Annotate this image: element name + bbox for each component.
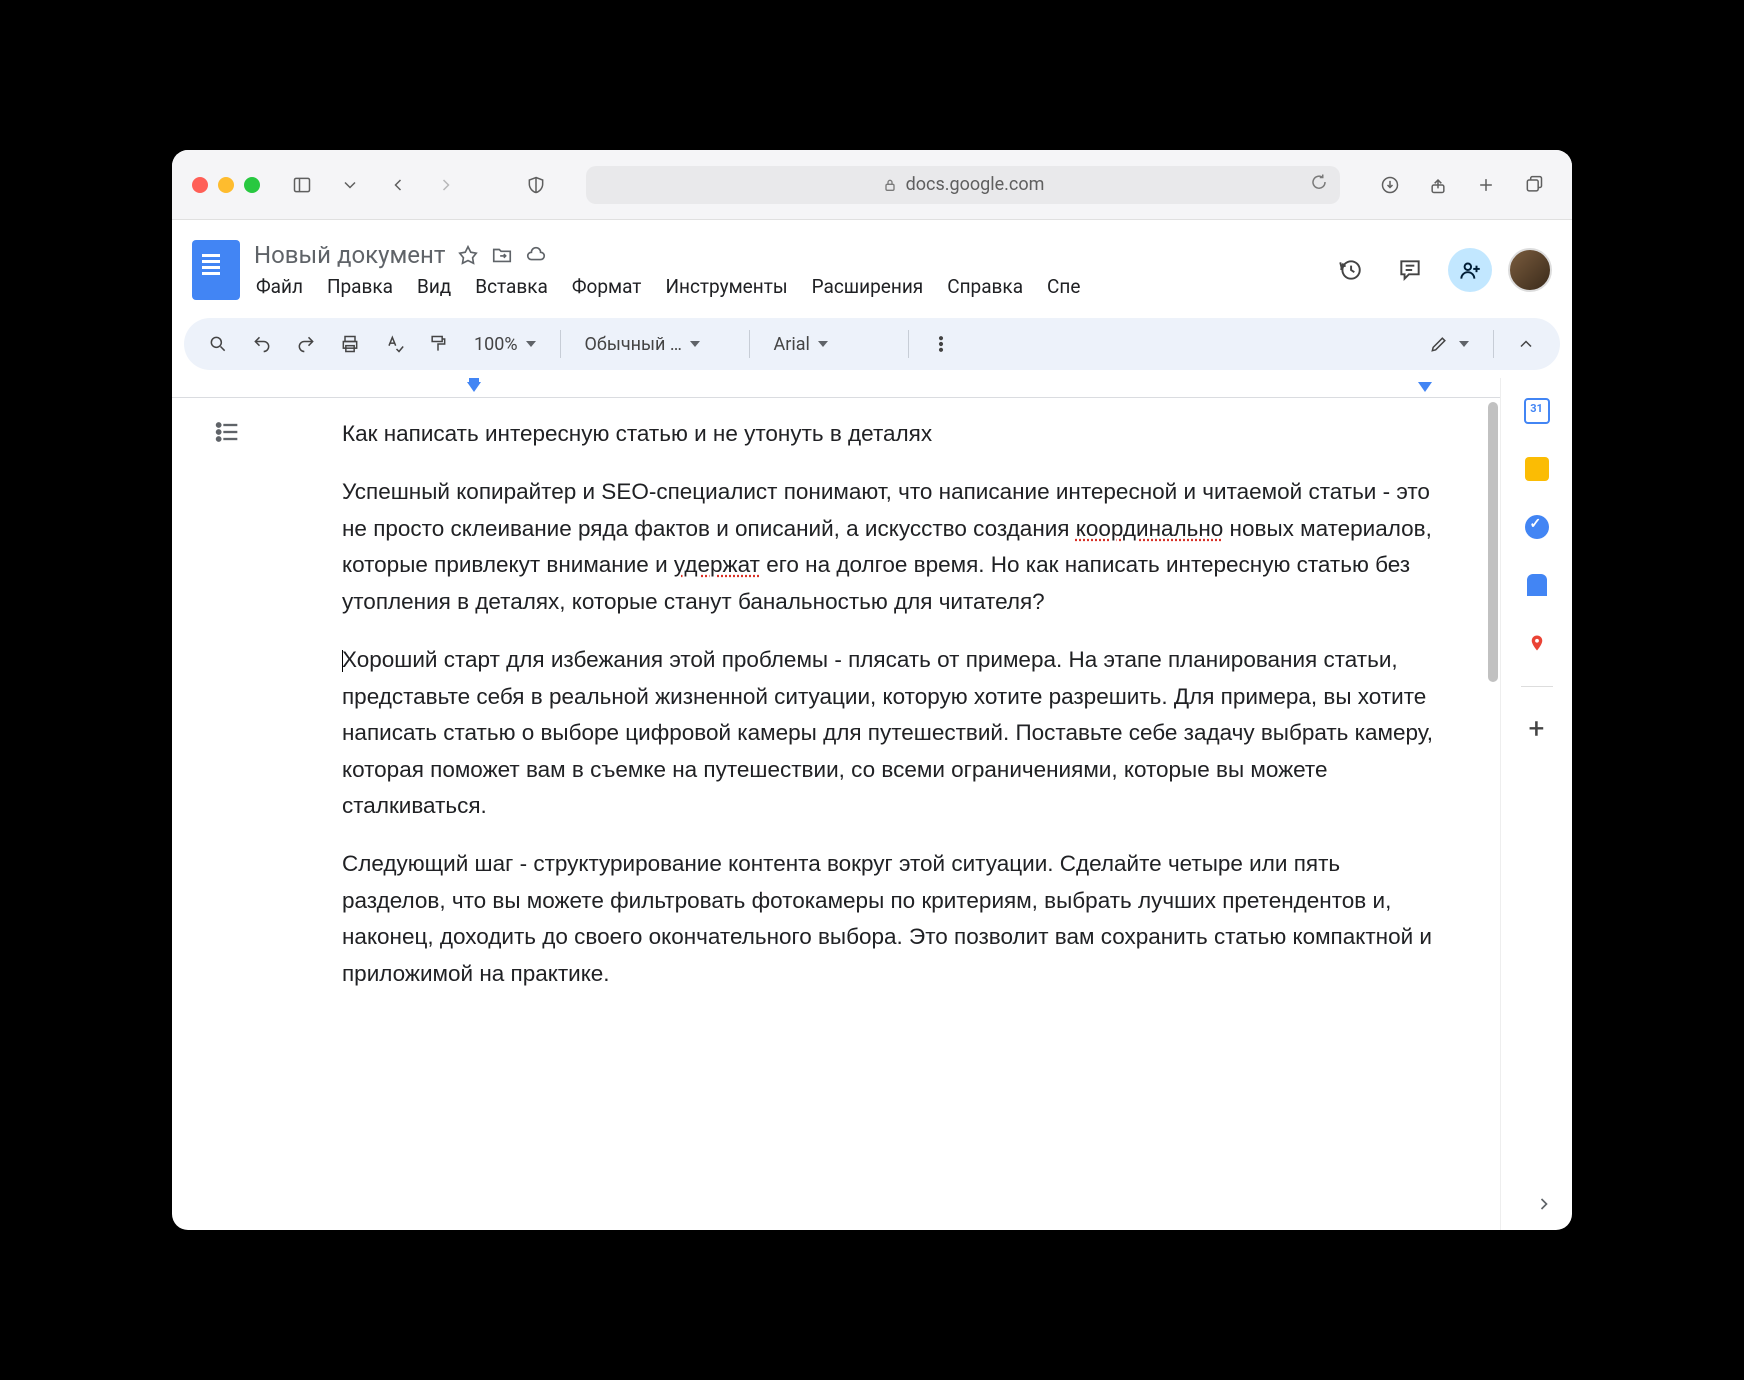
formatting-toolbar: 100% Обычный … Arial: [184, 318, 1560, 370]
zoom-value: 100%: [474, 334, 518, 355]
docs-header: Новый документ Файл Правка Вид Вставка Ф…: [172, 220, 1572, 310]
comments-button[interactable]: [1388, 248, 1432, 292]
caret-down-icon: [818, 341, 828, 347]
side-panel-separator: [1521, 686, 1553, 687]
menu-tools[interactable]: Инструменты: [663, 273, 789, 300]
caret-down-icon: [1459, 341, 1469, 347]
privacy-shield-icon[interactable]: [518, 167, 554, 203]
menu-truncated[interactable]: Спе: [1045, 273, 1082, 300]
horizontal-ruler[interactable]: [172, 378, 1500, 398]
contacts-app-icon[interactable]: [1522, 570, 1552, 600]
address-bar-url: docs.google.com: [906, 174, 1045, 195]
menu-format[interactable]: Формат: [570, 273, 644, 300]
back-button[interactable]: [380, 167, 416, 203]
text-span: Хороший старт для избежания этой проблем…: [342, 647, 1433, 818]
star-icon[interactable]: [457, 244, 479, 266]
calendar-app-icon[interactable]: [1522, 396, 1552, 426]
new-tab-button[interactable]: [1468, 167, 1504, 203]
scrollbar-thumb[interactable]: [1488, 402, 1498, 682]
doc-paragraph-1[interactable]: Успешный копирайтер и SEO-специалист пон…: [342, 474, 1440, 620]
doc-meta: Новый документ Файл Правка Вид Вставка Ф…: [254, 241, 1314, 300]
menu-file[interactable]: Файл: [254, 273, 305, 300]
right-indent-marker[interactable]: [1418, 382, 1432, 392]
document-title[interactable]: Новый документ: [254, 241, 445, 269]
zoom-dropdown[interactable]: 100%: [464, 326, 546, 362]
spell-check-button[interactable]: [376, 326, 412, 362]
cloud-status-icon[interactable]: [525, 244, 547, 266]
font-dropdown[interactable]: Arial: [764, 326, 894, 362]
reload-button[interactable]: [1310, 173, 1328, 196]
tasks-app-icon[interactable]: [1522, 512, 1552, 542]
toolbar-separator: [749, 330, 750, 358]
editing-mode-dropdown[interactable]: [1429, 334, 1469, 354]
vertical-scrollbar[interactable]: [1486, 398, 1500, 1230]
get-addons-button[interactable]: +: [1523, 715, 1551, 743]
menu-extensions[interactable]: Расширения: [810, 273, 926, 300]
document-outline-button[interactable]: [214, 418, 250, 454]
sidebar-toggle-button[interactable]: [284, 167, 320, 203]
left-indent-marker[interactable]: [467, 382, 481, 392]
search-tool-icon[interactable]: [200, 326, 236, 362]
docs-logo-icon[interactable]: [192, 240, 240, 300]
more-tools-button[interactable]: [923, 326, 959, 362]
share-button[interactable]: [1420, 167, 1456, 203]
menu-bar: Файл Правка Вид Вставка Формат Инструмен…: [254, 273, 1314, 300]
header-right: [1328, 248, 1552, 292]
browser-window: docs.google.com Новый документ Файл: [172, 150, 1572, 1230]
style-dropdown[interactable]: Обычный …: [575, 326, 735, 362]
doc-paragraph-3[interactable]: Следующий шаг - структурирование контент…: [342, 846, 1440, 992]
maximize-window-button[interactable]: [244, 177, 260, 193]
doc-heading[interactable]: Как написать интересную статью и не утон…: [342, 416, 1440, 452]
font-value: Arial: [774, 334, 810, 355]
toolbar-separator: [1493, 330, 1494, 358]
caret-down-icon: [526, 341, 536, 347]
left-sidebar: [172, 398, 292, 1230]
version-history-button[interactable]: [1328, 248, 1372, 292]
print-button[interactable]: [332, 326, 368, 362]
spellcheck-underline: координально: [1076, 516, 1224, 541]
lock-icon: [882, 177, 898, 193]
address-bar[interactable]: docs.google.com: [586, 166, 1340, 204]
menu-edit[interactable]: Правка: [325, 273, 395, 300]
document-column: Как написать интересную статью и не утон…: [172, 378, 1500, 1230]
move-to-folder-icon[interactable]: [491, 244, 513, 266]
redo-button[interactable]: [288, 326, 324, 362]
style-value: Обычный …: [585, 334, 682, 355]
spellcheck-underline: удержат: [674, 552, 760, 577]
share-button-docs[interactable]: [1448, 248, 1492, 292]
window-controls: [192, 177, 260, 193]
tab-groups-dropdown[interactable]: [332, 167, 368, 203]
account-avatar[interactable]: [1508, 248, 1552, 292]
toolbar-separator: [908, 330, 909, 358]
downloads-button[interactable]: [1372, 167, 1408, 203]
document-surface: Как написать интересную статью и не утон…: [172, 398, 1500, 1230]
browser-titlebar: docs.google.com: [172, 150, 1572, 220]
menu-view[interactable]: Вид: [415, 273, 453, 300]
minimize-window-button[interactable]: [218, 177, 234, 193]
forward-button[interactable]: [428, 167, 464, 203]
tab-overview-button[interactable]: [1516, 167, 1552, 203]
document-page[interactable]: Как написать интересную статью и не утон…: [292, 398, 1500, 1230]
side-panel: +: [1500, 378, 1572, 1230]
paint-format-button[interactable]: [420, 326, 456, 362]
keep-app-icon[interactable]: [1522, 454, 1552, 484]
toolbar-separator: [560, 330, 561, 358]
content-area: Как написать интересную статью и не утон…: [172, 378, 1572, 1230]
maps-app-icon[interactable]: [1522, 628, 1552, 658]
collapse-toolbar-button[interactable]: [1508, 326, 1544, 362]
menu-help[interactable]: Справка: [945, 273, 1025, 300]
caret-down-icon: [690, 341, 700, 347]
menu-insert[interactable]: Вставка: [473, 273, 550, 300]
undo-button[interactable]: [244, 326, 280, 362]
close-window-button[interactable]: [192, 177, 208, 193]
hide-side-panel-button[interactable]: [1534, 1194, 1554, 1218]
doc-paragraph-2[interactable]: Хороший старт для избежания этой проблем…: [342, 642, 1440, 824]
pencil-icon: [1429, 334, 1449, 354]
